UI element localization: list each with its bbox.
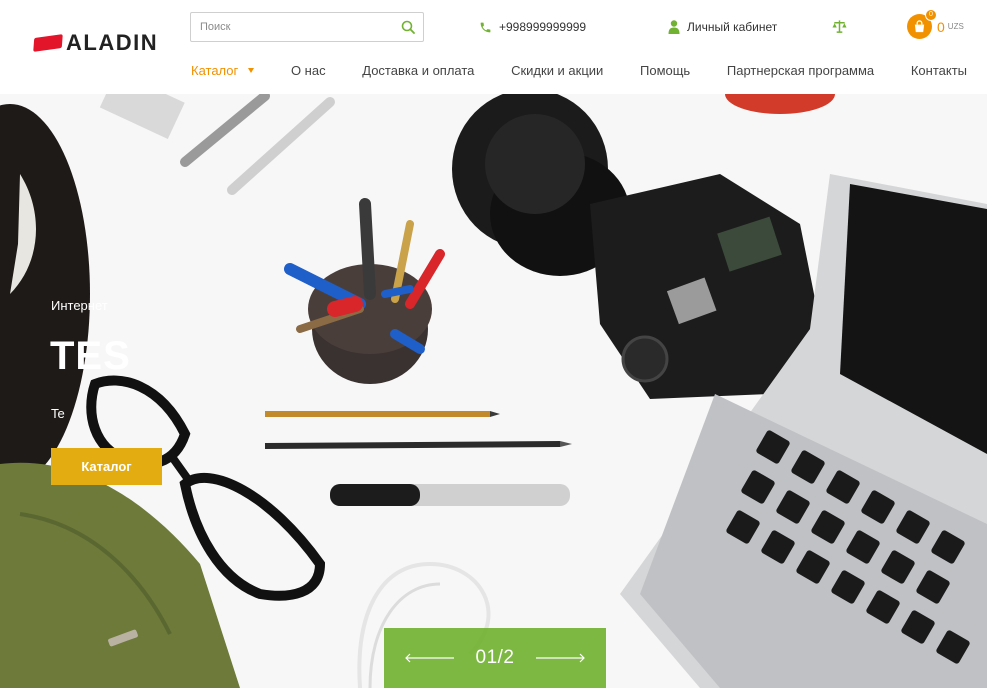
- cart-count-badge: 0: [925, 9, 937, 21]
- search-box: [190, 12, 424, 42]
- site-header: ALADIN +998999999999 Личный кабинет: [0, 0, 987, 94]
- logo-mark-icon: [33, 34, 63, 52]
- cart-currency: UZS: [947, 22, 964, 31]
- logo-text: ALADIN: [66, 30, 159, 55]
- nav-item-delivery[interactable]: Доставка и оплата: [362, 63, 474, 78]
- nav-item-contacts[interactable]: Контакты: [911, 63, 967, 78]
- nav-item-partner[interactable]: Партнерская программа: [727, 63, 874, 78]
- nav-item-about[interactable]: О нас: [291, 63, 326, 78]
- search-input[interactable]: [191, 13, 393, 41]
- phone-link[interactable]: +998999999999: [479, 20, 586, 34]
- hero-image: [0, 94, 987, 688]
- phone-icon: [480, 22, 491, 32]
- nav-item-discounts[interactable]: Скидки и акции: [511, 63, 603, 78]
- main-nav: Каталог О нас Доставка и оплата Скидки и…: [191, 63, 967, 78]
- logo[interactable]: ALADIN: [33, 30, 159, 56]
- chevron-down-icon: [248, 68, 255, 73]
- slider-prev-button[interactable]: [404, 653, 456, 663]
- hero-catalog-button[interactable]: Каталог: [51, 448, 162, 485]
- nav-item-label: Каталог: [191, 63, 239, 78]
- cart-button[interactable]: 0 0 UZS: [907, 9, 964, 39]
- compare-icon: [832, 20, 847, 33]
- account-label: Личный кабинет: [687, 20, 778, 34]
- slider-counter: 01/2: [475, 647, 515, 668]
- nav-item-help[interactable]: Помощь: [640, 63, 690, 78]
- hero-title: TEST: [50, 334, 130, 378]
- compare-button[interactable]: [832, 19, 847, 39]
- cart-total: 0: [937, 18, 945, 35]
- account-link[interactable]: Личный кабинет: [668, 20, 777, 34]
- hero-slider: Интернет TEST Te Каталог 01/2: [0, 94, 987, 688]
- search-button[interactable]: [393, 13, 423, 41]
- user-icon: [668, 20, 680, 34]
- arrow-right-icon: [536, 653, 586, 663]
- hero-description: Te: [51, 406, 65, 421]
- nav-item-catalog[interactable]: Каталог: [191, 63, 255, 78]
- arrow-left-icon: [404, 653, 454, 663]
- hero-subtitle: Интернет: [51, 298, 108, 313]
- phone-number: +998999999999: [499, 20, 587, 34]
- slider-controls: 01/2: [384, 628, 606, 688]
- cart-icon: 0: [907, 9, 937, 39]
- search-icon: [401, 20, 415, 34]
- slider-next-button[interactable]: [534, 653, 586, 663]
